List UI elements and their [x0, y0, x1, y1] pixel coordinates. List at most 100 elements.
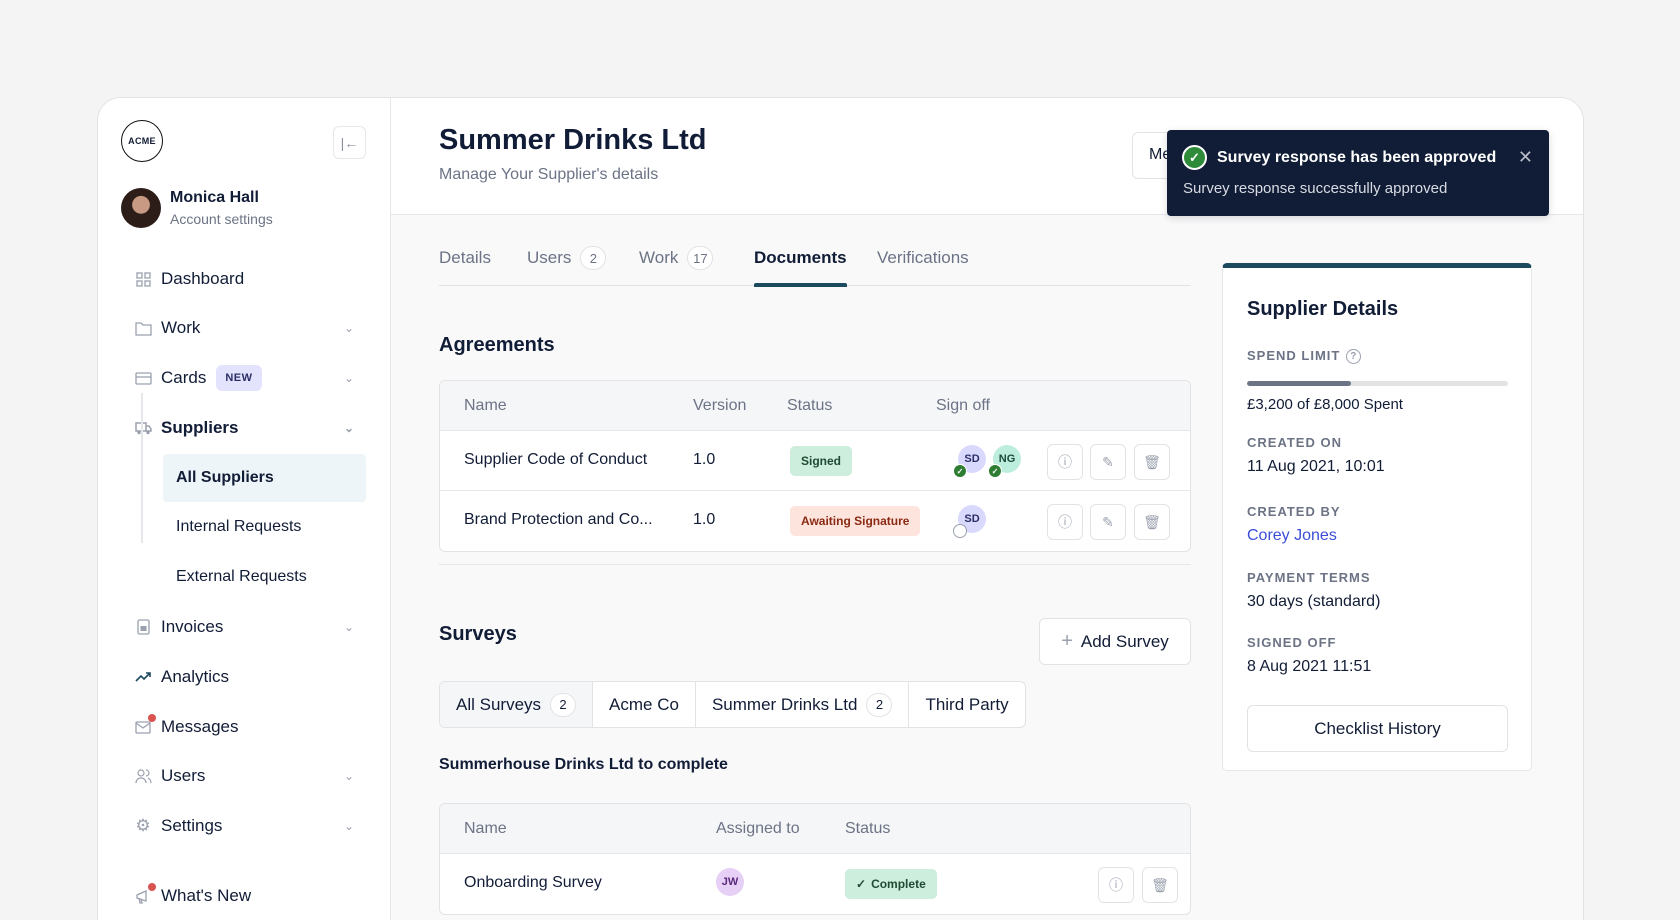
add-survey-button[interactable]: + Add Survey [1039, 618, 1191, 665]
sidebar-item-work[interactable]: Work ⌄ [134, 313, 354, 343]
tab-label: Verifications [877, 248, 969, 267]
chevron-down-icon[interactable]: ⌄ [344, 769, 354, 783]
sidebar-item-label: Cards [161, 368, 207, 387]
table-row[interactable]: Brand Protection and Co... 1.0 Awaiting … [440, 491, 1190, 551]
assignee-avatar: JW [716, 868, 744, 896]
filter-summer-drinks[interactable]: Summer Drinks Ltd 2 [696, 682, 910, 727]
page-title: Summer Drinks Ltd [439, 124, 707, 156]
info-button[interactable]: ⓘ [1098, 867, 1134, 903]
trash-icon: 🗑 [1143, 453, 1161, 470]
table-header: Name Version Status Sign off [440, 381, 1190, 431]
column-header: Name [464, 820, 507, 837]
collapse-sidebar-button[interactable]: |← [333, 126, 366, 159]
survey-name: Onboarding Survey [464, 874, 602, 891]
sidebar-item-label: Settings [161, 816, 223, 835]
info-button[interactable]: ⓘ [1047, 444, 1083, 480]
sidebar-item-label: Dashboard [161, 269, 245, 288]
grid-icon [134, 270, 152, 288]
close-icon[interactable]: ✕ [1518, 147, 1533, 168]
chevron-down-icon[interactable]: ⌄ [344, 620, 354, 634]
sidebar-subitem-internal-requests[interactable]: Internal Requests [163, 503, 366, 551]
tab-work[interactable]: Work 17 [639, 246, 714, 286]
card-icon [134, 369, 152, 387]
payment-terms-label: PAYMENT TERMS [1247, 570, 1371, 585]
tab-verifications[interactable]: Verifications [877, 248, 969, 286]
survey-filter-group: All Surveys 2 Acme Co Summer Drinks Ltd 2 … [439, 681, 1026, 728]
account-settings-link[interactable]: Account settings [170, 211, 273, 227]
tab-details[interactable]: Details [439, 248, 491, 286]
toast-notification: ✓ Survey response has been approved Surv… [1167, 130, 1549, 216]
edit-icon: ✎ [1102, 453, 1114, 470]
help-icon[interactable]: ? [1346, 349, 1362, 365]
column-header: Sign off [936, 397, 990, 414]
sidebar-item-analytics[interactable]: Analytics [134, 662, 354, 692]
sidebar-subitem-external-requests[interactable]: External Requests [163, 553, 366, 601]
chevron-down-icon[interactable]: ⌄ [344, 371, 354, 385]
surveys-table: Name Assigned to Status Onboarding Surve… [439, 803, 1191, 915]
signed-off-value: 8 Aug 2021 11:51 [1247, 658, 1372, 675]
users-icon [134, 767, 152, 785]
created-on-label: CREATED ON [1247, 435, 1342, 450]
edit-button[interactable]: ✎ [1090, 504, 1126, 540]
tab-bar: Details Users 2 Work 17 Documents Verifica… [439, 246, 1191, 287]
signed-off-label: SIGNED OFF [1247, 635, 1337, 650]
edit-icon: ✎ [1102, 513, 1114, 530]
info-button[interactable]: ⓘ [1047, 504, 1083, 540]
spend-text: £3,200 of £8,000 Spent [1247, 396, 1403, 413]
chevron-down-icon[interactable]: ⌄ [344, 819, 354, 833]
sidebar-item-whats-new[interactable]: What's New [134, 881, 354, 911]
filter-count: 2 [866, 692, 893, 717]
sidebar-item-dashboard[interactable]: Dashboard [134, 264, 354, 294]
table-header: Name Assigned to Status [440, 804, 1190, 854]
surveys-heading: Surveys [439, 623, 517, 645]
section-divider [439, 564, 1191, 565]
table-row[interactable]: Onboarding Survey JW ✓ Complete ⓘ 🗑 [440, 854, 1190, 914]
sidebar-item-label: Work [161, 318, 201, 337]
trash-icon: 🗑 [1143, 513, 1161, 530]
filter-all-surveys[interactable]: All Surveys 2 [440, 682, 594, 727]
sidebar-item-messages[interactable]: Messages [134, 712, 354, 742]
edit-button[interactable]: ✎ [1090, 444, 1126, 480]
checklist-history-button[interactable]: Checklist History [1247, 705, 1508, 752]
label-text: SPEND LIMIT [1247, 348, 1341, 363]
user-profile[interactable]: Monica Hall Account settings [121, 188, 273, 228]
spend-limit-label: SPEND LIMIT? [1247, 348, 1362, 365]
filter-acme-co[interactable]: Acme Co [593, 682, 696, 727]
sidebar-subitem-all-suppliers[interactable]: All Suppliers [163, 454, 366, 502]
tab-users[interactable]: Users 2 [527, 246, 607, 286]
delete-button[interactable]: 🗑 [1134, 504, 1170, 540]
sidebar-item-users[interactable]: Users ⌄ [134, 761, 354, 791]
sidebar-item-invoices[interactable]: Invoices ⌄ [134, 612, 354, 642]
sidebar-item-suppliers[interactable]: Suppliers ⌄ [134, 413, 354, 443]
gear-icon: ⚙ [135, 816, 151, 835]
status-badge: ✓ Complete [845, 869, 937, 899]
sidebar-item-label: Invoices [161, 617, 224, 636]
chevron-down-icon[interactable]: ⌄ [344, 321, 354, 335]
filter-label: All Surveys [456, 694, 542, 714]
acme-logo[interactable]: ACME [121, 120, 163, 162]
mail-icon [134, 714, 156, 736]
tab-label: Work [639, 248, 679, 267]
column-header: Assigned to [716, 820, 800, 837]
spend-progress-bar [1247, 381, 1508, 386]
submenu-line [141, 393, 143, 543]
add-survey-label: Add Survey [1080, 631, 1169, 651]
filter-third-party[interactable]: Third Party [909, 682, 1024, 727]
tab-count: 17 [687, 246, 714, 270]
check-icon: ✓ [953, 464, 967, 478]
column-header: Name [464, 397, 507, 414]
sidebar-item-cards[interactable]: Cards NEW ⌄ [134, 363, 354, 393]
sidebar-item-label: Messages [161, 717, 239, 736]
agreement-version: 1.0 [693, 511, 716, 528]
sidebar: ACME |← Monica Hall Account settings Das… [98, 98, 391, 920]
tab-label: Users [527, 248, 572, 267]
chevron-down-icon[interactable]: ⌄ [344, 421, 354, 435]
sidebar-item-settings[interactable]: ⚙ Settings ⌄ [134, 811, 354, 841]
column-header: Version [693, 397, 747, 414]
tab-documents[interactable]: Documents [754, 248, 847, 287]
delete-button[interactable]: 🗑 [1142, 867, 1178, 903]
agreements-table: Name Version Status Sign off Supplier Co… [439, 380, 1191, 552]
delete-button[interactable]: 🗑 [1134, 444, 1170, 480]
created-by-link[interactable]: Corey Jones [1247, 527, 1337, 545]
table-row[interactable]: Supplier Code of Conduct 1.0 Signed SD ✓… [440, 431, 1190, 491]
